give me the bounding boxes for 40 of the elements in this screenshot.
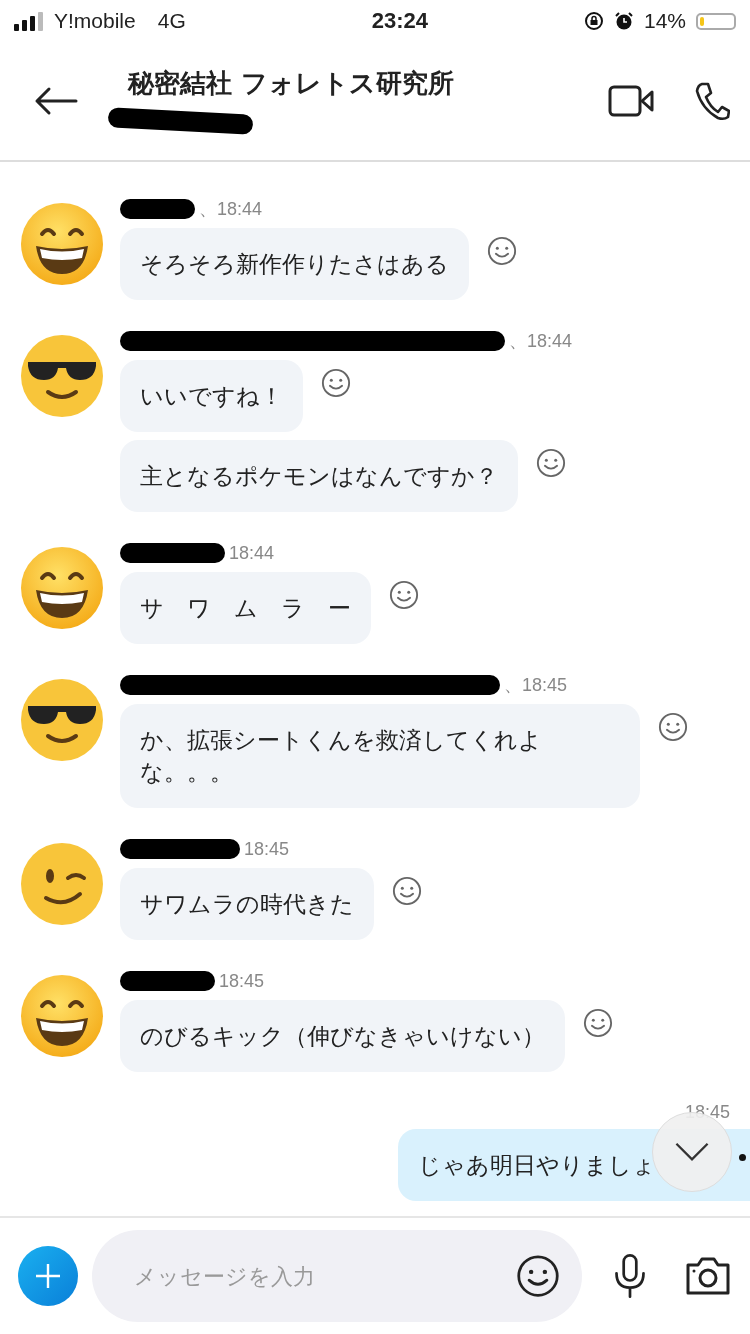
rotation-lock-icon bbox=[583, 11, 604, 31]
message-time: 18:45 bbox=[219, 970, 265, 992]
plus-icon bbox=[33, 1261, 63, 1291]
message-time: 18:45 bbox=[244, 838, 290, 860]
grinning-emoji-icon[interactable] bbox=[20, 202, 104, 286]
message-time: 、18:44 bbox=[509, 330, 573, 353]
message-bubble: サワムラの時代きた bbox=[120, 868, 374, 940]
battery-percent: 14% bbox=[643, 9, 686, 33]
add-button[interactable] bbox=[18, 1246, 78, 1306]
signal-icon bbox=[14, 11, 44, 31]
message-bubble: のびるキック（伸びなきゃいけない） bbox=[120, 1000, 565, 1072]
video-call-icon[interactable] bbox=[608, 85, 654, 117]
message-time: 18:44 bbox=[229, 542, 275, 564]
message-bubble: サ ワ ム ラ ー bbox=[120, 572, 371, 644]
chat-title: 秘密結社 フォレトス研究所 bbox=[128, 66, 456, 100]
microphone-icon[interactable] bbox=[612, 1252, 648, 1300]
message-time: 18:45 bbox=[684, 1102, 730, 1123]
message-time: 、18:45 bbox=[504, 674, 568, 697]
clock-time: 23:24 bbox=[371, 8, 428, 34]
phone-icon[interactable] bbox=[694, 81, 730, 121]
read-receipt-dot bbox=[739, 1154, 746, 1161]
message-time: 、18:44 bbox=[199, 198, 263, 221]
message-bubble: いいですね！ bbox=[120, 360, 303, 432]
alarm-clock-icon bbox=[613, 11, 634, 31]
back-arrow-icon[interactable] bbox=[34, 86, 78, 116]
battery-icon bbox=[696, 12, 736, 30]
message-bubble: そろそろ新作作りたさはある bbox=[120, 228, 469, 300]
message-bubble: 主となるポケモンはなんですか？ bbox=[120, 440, 518, 512]
carrier-name: Y!mobile bbox=[54, 9, 136, 33]
grinning-emoji-icon[interactable] bbox=[20, 974, 104, 1058]
network-type: 4G bbox=[157, 9, 186, 33]
sunglasses-emoji-icon[interactable] bbox=[20, 678, 104, 762]
grinning-emoji-icon[interactable] bbox=[20, 546, 104, 630]
chevron-down-icon bbox=[673, 1141, 711, 1163]
message-input-field[interactable]: メッセージを入力 bbox=[132, 1262, 516, 1290]
sunglasses-emoji-icon[interactable] bbox=[20, 334, 104, 418]
message-bubble: か、拡張シートくんを救済してくれよな。。。 bbox=[120, 704, 640, 808]
camera-icon[interactable] bbox=[684, 1255, 732, 1297]
smiley-icon[interactable] bbox=[516, 1254, 560, 1298]
winking-emoji-icon[interactable] bbox=[20, 842, 104, 926]
